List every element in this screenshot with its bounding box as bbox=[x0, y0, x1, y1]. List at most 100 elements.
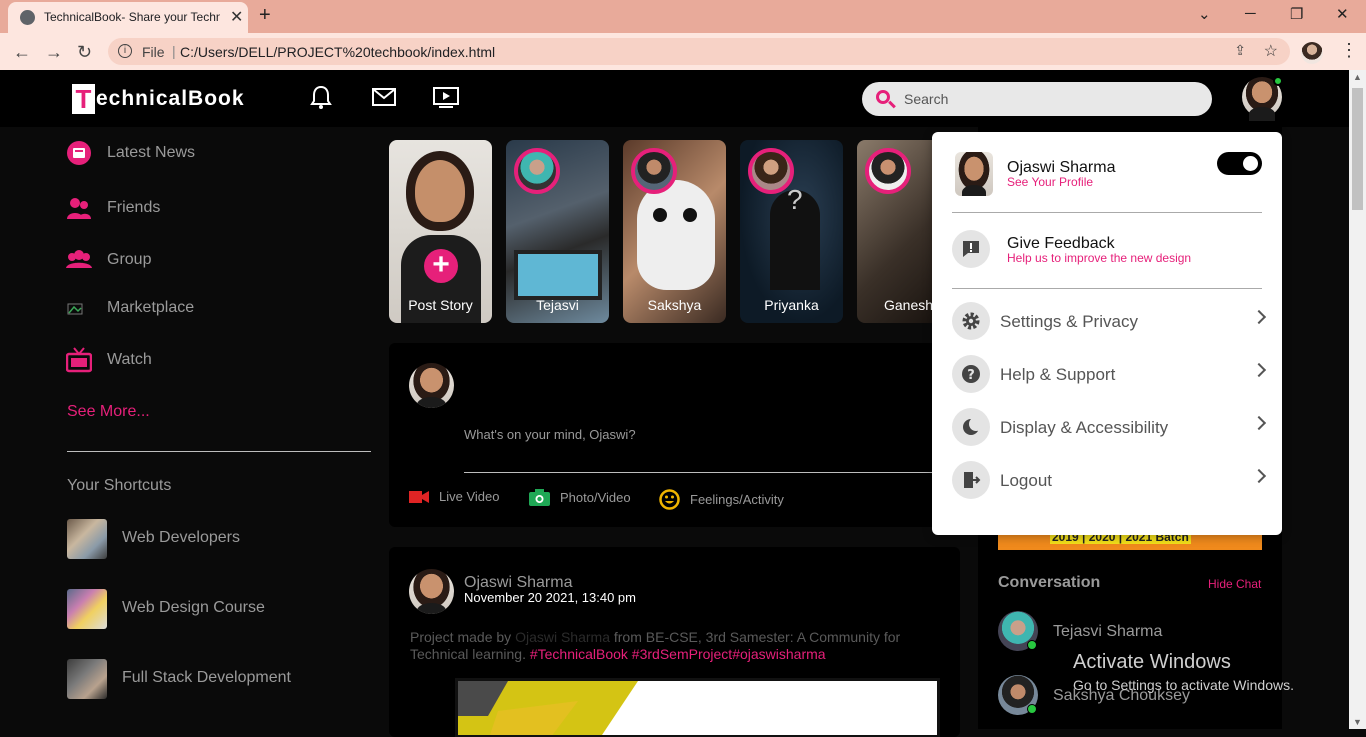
story-background-screen bbox=[514, 250, 602, 300]
create-post-card: What's on your mind, Ojaswi? Live Video … bbox=[389, 343, 960, 527]
menu-item-display-accessibility[interactable]: Display & Accessibility bbox=[952, 407, 1267, 447]
shortcuts-title: Your Shortcuts bbox=[67, 477, 172, 494]
story-priyanka[interactable]: ? Priyanka bbox=[740, 140, 843, 323]
search-bar[interactable] bbox=[862, 82, 1212, 116]
story-tejasvi[interactable]: Tejasvi bbox=[506, 140, 609, 323]
dark-mode-toggle[interactable] bbox=[1217, 152, 1262, 175]
shortcut-thumbnail bbox=[67, 589, 107, 629]
svg-text:?: ? bbox=[967, 368, 975, 383]
smiley-icon bbox=[659, 489, 680, 510]
shortcut-full-stack-development[interactable]: Full Stack Development bbox=[67, 659, 367, 699]
post-text-prefix: Project made by bbox=[410, 629, 516, 645]
hide-chat-link[interactable]: Hide Chat bbox=[1208, 577, 1261, 591]
post-image[interactable] bbox=[455, 678, 940, 737]
news-icon bbox=[67, 141, 91, 165]
story-sakshya[interactable]: Sakshya bbox=[623, 140, 726, 323]
post-input[interactable]: What's on your mind, Ojaswi? bbox=[464, 427, 934, 442]
browser-tab[interactable]: TechnicalBook- Share your Technical ✕ bbox=[8, 2, 248, 33]
scroll-down-icon[interactable]: ▼ bbox=[1353, 717, 1362, 727]
profile-dropdown-menu: Ojaswi Sharma See Your Profile Give Feed… bbox=[932, 132, 1282, 535]
menu-item-logout[interactable]: Logout bbox=[952, 460, 1267, 500]
bell-icon[interactable] bbox=[310, 84, 332, 110]
logo-letter: T bbox=[72, 84, 95, 114]
sidebar-item-watch[interactable]: Watch bbox=[66, 345, 152, 375]
shortcut-thumbnail bbox=[67, 659, 107, 699]
post-hashtags[interactable]: #TechnicalBook #3rdSemProject#ojaswishar… bbox=[530, 646, 826, 662]
bookmark-star-icon[interactable]: ☆ bbox=[1264, 41, 1278, 61]
camera-icon bbox=[409, 490, 429, 503]
add-story-icon[interactable]: + bbox=[424, 249, 458, 283]
browser-tab-bar: TechnicalBook- Share your Technical ✕ + … bbox=[0, 0, 1366, 33]
header-avatar[interactable] bbox=[1242, 76, 1283, 121]
tab-close-icon[interactable]: ✕ bbox=[230, 7, 243, 27]
shortcut-label: Full Stack Development bbox=[122, 669, 291, 686]
sidebar-item-friends[interactable]: Friends bbox=[66, 193, 160, 223]
shortcut-label: Web Developers bbox=[122, 529, 240, 546]
online-status-dot bbox=[1027, 704, 1037, 714]
contact-name: Tejasvi Sharma bbox=[1053, 623, 1163, 640]
gear-icon bbox=[952, 302, 990, 340]
browser-menu-icon[interactable]: ⋮ bbox=[1340, 40, 1358, 61]
video-icon[interactable] bbox=[432, 84, 460, 110]
photo-video-button[interactable]: Photo/Video bbox=[529, 489, 631, 506]
new-tab-button[interactable]: + bbox=[259, 4, 271, 27]
browser-profile-avatar[interactable] bbox=[1301, 42, 1323, 64]
page-scrollbar[interactable]: ▲ ▼ bbox=[1349, 70, 1366, 729]
restore-icon[interactable]: ❐ bbox=[1290, 5, 1303, 23]
minimize-icon[interactable]: ─ bbox=[1245, 5, 1256, 22]
user-avatar[interactable] bbox=[409, 363, 454, 408]
toggle-knob bbox=[1243, 156, 1258, 171]
contact-tejasvi-sharma[interactable]: Tejasvi Sharma bbox=[998, 611, 1258, 653]
story-ganesh[interactable]: Ganesh bbox=[857, 140, 932, 323]
address-url[interactable]: C:/Users/DELL/PROJECT%20techbook/index.h… bbox=[180, 44, 495, 60]
window-close-icon[interactable]: ✕ bbox=[1336, 5, 1349, 23]
info-icon[interactable]: i bbox=[118, 44, 132, 58]
story-name: Post Story bbox=[408, 297, 473, 313]
shortcut-thumbnail bbox=[67, 519, 107, 559]
scrollbar-thumb[interactable] bbox=[1352, 88, 1363, 210]
live-video-button[interactable]: Live Video bbox=[409, 489, 499, 504]
post-author-avatar[interactable] bbox=[409, 569, 454, 614]
question-mark-icon: ? bbox=[787, 184, 803, 215]
shortcut-web-design-course[interactable]: Web Design Course bbox=[67, 589, 367, 629]
online-status-dot bbox=[1273, 76, 1283, 86]
tab-search-icon[interactable]: ⌄ bbox=[1198, 5, 1211, 23]
scroll-up-icon[interactable]: ▲ bbox=[1353, 72, 1362, 82]
menu-item-help-support[interactable]: ? Help & Support bbox=[952, 354, 1267, 394]
windows-activation-title: Activate Windows bbox=[1073, 651, 1231, 673]
chevron-right-icon bbox=[1251, 362, 1267, 378]
dropdown-divider bbox=[952, 212, 1262, 213]
tab-title: TechnicalBook- Share your Technical bbox=[44, 10, 220, 24]
group-icon bbox=[66, 250, 92, 268]
post-input-underline bbox=[464, 472, 934, 473]
sidebar-item-latest-news[interactable]: Latest News bbox=[66, 138, 195, 168]
address-scheme-label: File bbox=[142, 44, 165, 60]
dropdown-avatar[interactable] bbox=[955, 152, 993, 196]
search-input[interactable] bbox=[904, 89, 1194, 109]
mail-icon[interactable] bbox=[371, 84, 397, 110]
address-separator: | bbox=[172, 43, 176, 59]
address-bar[interactable]: i File | C:/Users/DELL/PROJECT%20techboo… bbox=[108, 38, 1290, 65]
story-portrait bbox=[415, 160, 465, 222]
moon-icon bbox=[952, 408, 990, 446]
see-profile-link[interactable]: See Your Profile bbox=[1007, 175, 1093, 189]
shortcut-web-developers[interactable]: Web Developers bbox=[67, 519, 367, 559]
forward-icon[interactable]: → bbox=[45, 42, 63, 63]
feelings-activity-button[interactable]: Feelings/Activity bbox=[659, 489, 784, 510]
share-icon[interactable]: ⇪ bbox=[1234, 42, 1246, 59]
see-more-link[interactable]: See More... bbox=[67, 403, 150, 421]
back-icon[interactable]: ← bbox=[13, 42, 31, 63]
reload-icon[interactable]: ↻ bbox=[77, 42, 92, 63]
story-name: Tejasvi bbox=[536, 297, 579, 313]
menu-item-settings-privacy[interactable]: Settings & Privacy bbox=[952, 301, 1267, 341]
post-author-link[interactable]: Ojaswi Sharma bbox=[515, 629, 610, 645]
story-post-story[interactable]: + Post Story bbox=[389, 140, 492, 323]
photo-icon bbox=[529, 489, 550, 506]
conversation-title: Conversation bbox=[998, 574, 1101, 591]
sidebar-item-label: Friends bbox=[107, 199, 161, 216]
site-logo[interactable]: T echnicalBook bbox=[72, 84, 245, 114]
sidebar-item-group[interactable]: Group bbox=[66, 245, 151, 275]
post-date: November 20 2021, 13:40 pm bbox=[464, 590, 636, 605]
story-avatar bbox=[748, 148, 794, 194]
sidebar-item-marketplace[interactable]: Marketplace bbox=[66, 293, 194, 323]
